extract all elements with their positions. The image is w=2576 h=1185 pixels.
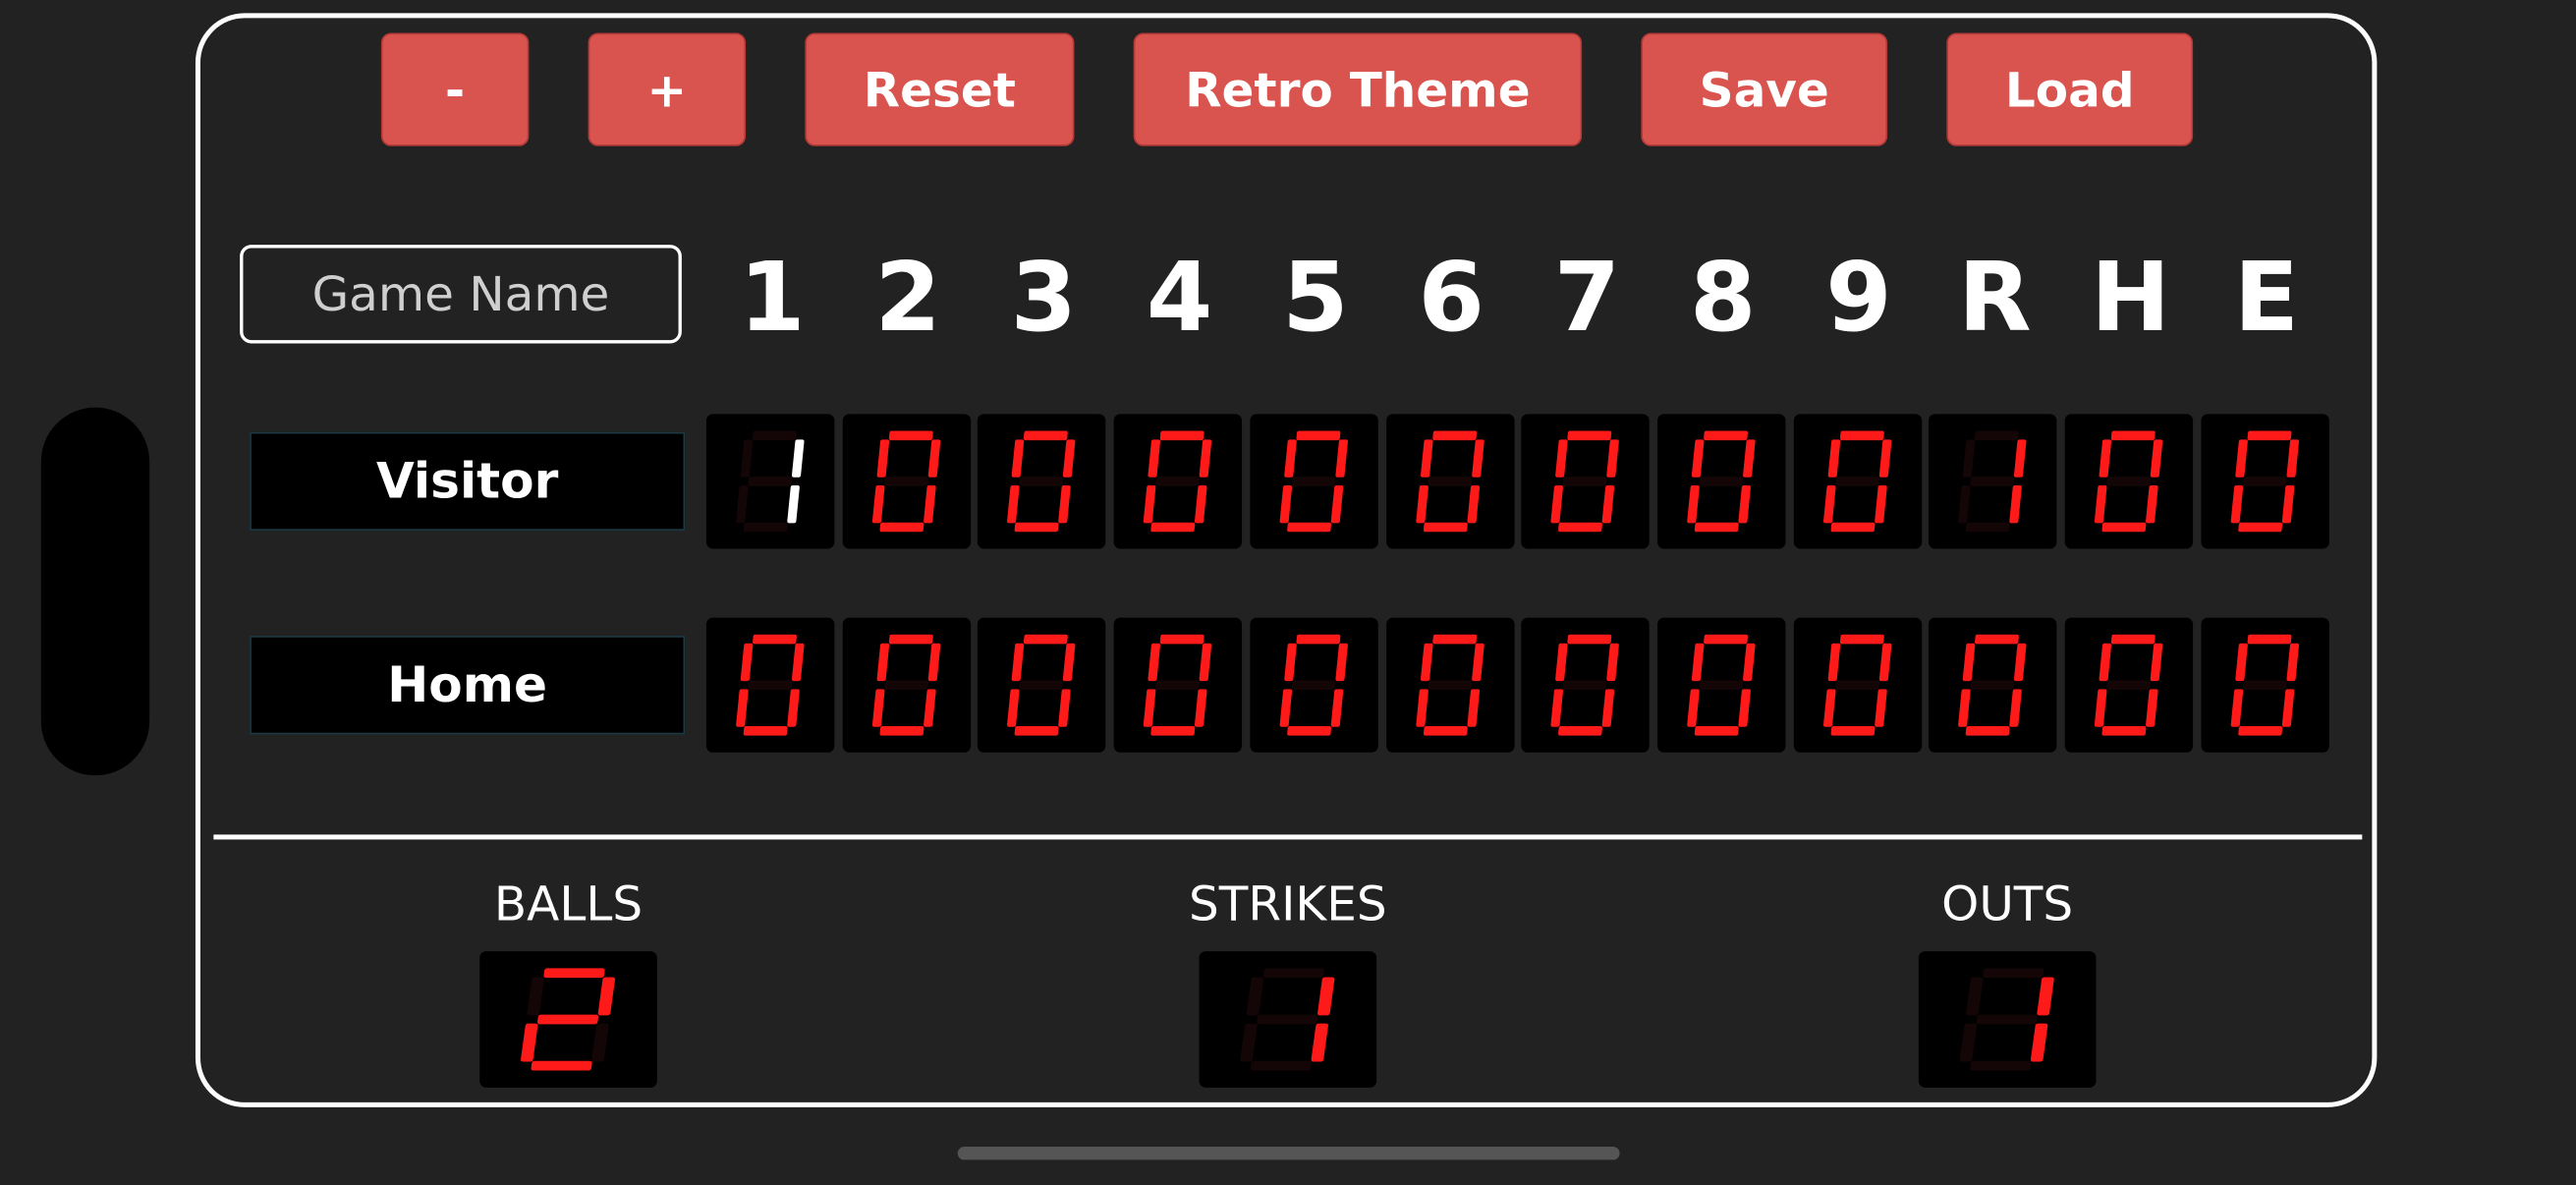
increment-button[interactable]: + [588, 32, 747, 146]
column-header-4: 4 [1146, 241, 1213, 354]
digit-display [736, 634, 805, 736]
digit-display [1822, 634, 1891, 736]
score-cell-home-2[interactable] [842, 617, 971, 753]
digit-display [1687, 634, 1756, 736]
score-cell-visitor-4[interactable] [1113, 414, 1243, 549]
decrement-button[interactable]: - [380, 32, 530, 146]
strikes-label: STRIKES [1189, 875, 1387, 932]
digit-display [521, 968, 616, 1071]
strikes-counter[interactable] [1199, 951, 1377, 1088]
team-name-visitor: Visitor [250, 431, 686, 532]
digit-display [871, 634, 940, 736]
column-header-8: 8 [1689, 241, 1757, 354]
column-header-5: 5 [1282, 241, 1349, 354]
digit-display [1958, 430, 2028, 533]
scoreboard-frame [195, 13, 2378, 1107]
outs-counter[interactable] [1918, 951, 2097, 1088]
digit-display [2094, 634, 2163, 736]
digit-display [1550, 430, 1620, 533]
home-indicator [957, 1147, 1620, 1160]
score-cell-visitor-6[interactable] [1385, 414, 1514, 549]
score-cell-visitor-8[interactable] [1656, 414, 1786, 549]
digit-display [1415, 634, 1484, 736]
score-cell-home-8[interactable] [1656, 617, 1786, 753]
digit-display [1415, 430, 1484, 533]
column-header-1: 1 [739, 241, 806, 354]
score-cell-visitor-r[interactable] [1929, 414, 2057, 549]
digit-display [1550, 634, 1620, 736]
balls-counter[interactable] [479, 951, 657, 1088]
load-button[interactable]: Load [1946, 32, 2194, 146]
save-button[interactable]: Save [1641, 32, 1888, 146]
column-header-3: 3 [1010, 241, 1078, 354]
digit-display [1007, 634, 1077, 736]
score-cell-home-1[interactable] [705, 617, 835, 753]
score-cell-visitor-7[interactable] [1521, 414, 1651, 549]
column-header-2: 2 [874, 241, 941, 354]
score-cell-home-4[interactable] [1113, 617, 1243, 753]
digit-display [1007, 430, 1077, 533]
score-cell-home-9[interactable] [1793, 617, 1922, 753]
score-cell-visitor-9[interactable] [1793, 414, 1922, 549]
column-header-6: 6 [1418, 241, 1484, 354]
column-header-e: E [2233, 241, 2299, 354]
column-header-7: 7 [1553, 241, 1621, 354]
digit-display [1687, 430, 1756, 533]
digit-display [1240, 968, 1335, 1071]
digit-display [1959, 968, 2054, 1071]
score-cell-visitor-e[interactable] [2200, 414, 2329, 549]
score-cell-home-5[interactable] [1250, 617, 1378, 753]
digit-display [2094, 430, 2163, 533]
score-cell-home-7[interactable] [1521, 617, 1651, 753]
outs-label: OUTS [1941, 875, 2074, 932]
column-header-9: 9 [1825, 241, 1892, 354]
divider [213, 834, 2363, 840]
digit-display [1958, 634, 2028, 736]
digit-display [871, 430, 940, 533]
retro-theme-button[interactable]: Retro Theme [1133, 32, 1583, 146]
score-cell-visitor-1[interactable] [705, 414, 835, 549]
score-cell-visitor-3[interactable] [978, 414, 1106, 549]
score-cell-home-r[interactable] [1929, 617, 2057, 753]
score-cell-home-h[interactable] [2064, 617, 2194, 753]
digit-display [1143, 634, 1212, 736]
digit-display [1279, 430, 1348, 533]
score-cell-home-6[interactable] [1385, 617, 1514, 753]
device-notch [40, 407, 150, 776]
score-cell-home-e[interactable] [2200, 617, 2329, 753]
app-screen: - + Reset Retro Theme Save Load 12345678… [0, 0, 2576, 1185]
digit-display [1822, 430, 1891, 533]
team-name-home: Home [250, 636, 686, 735]
column-header-h: H [2090, 241, 2171, 354]
digit-display [2230, 634, 2299, 736]
digit-display [1279, 634, 1348, 736]
score-cell-visitor-h[interactable] [2064, 414, 2194, 549]
reset-button[interactable]: Reset [805, 32, 1075, 146]
digit-display [2230, 430, 2299, 533]
balls-label: BALLS [493, 875, 644, 932]
score-cell-home-3[interactable] [978, 617, 1106, 753]
score-cell-visitor-5[interactable] [1250, 414, 1378, 549]
score-cell-visitor-2[interactable] [842, 414, 971, 549]
game-name-input[interactable] [240, 245, 682, 344]
digit-display [1143, 430, 1212, 533]
column-header-r: R [1957, 241, 2032, 354]
digit-display [736, 430, 805, 533]
